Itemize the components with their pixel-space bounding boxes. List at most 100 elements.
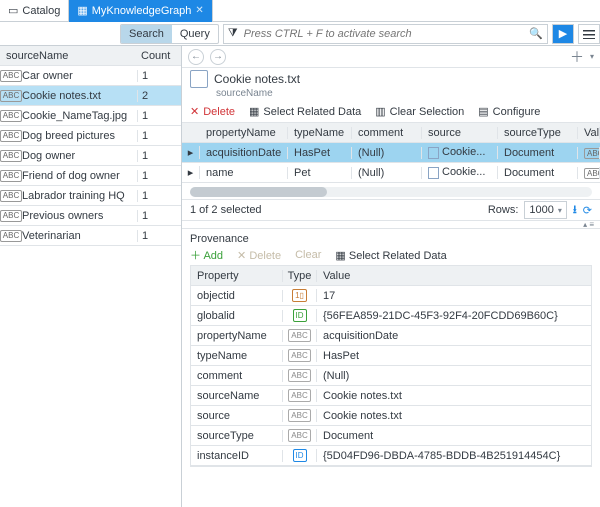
- text-type-icon: ABC: [584, 168, 600, 179]
- prov-type: ABC: [283, 349, 317, 362]
- provenance-row[interactable]: sourceABCCookie notes.txt: [191, 406, 591, 426]
- tab-graph[interactable]: ▦ MyKnowledgeGraph ✕: [69, 0, 212, 22]
- prov-value: Cookie notes.txt: [317, 410, 591, 422]
- record-toolbar: ✕Delete ▦Select Related Data ▥Clear Sele…: [182, 103, 600, 122]
- source-list-row[interactable]: ABCDog breed pictures1: [0, 126, 181, 146]
- cell-propertyname: acquisitionDate: [200, 147, 288, 159]
- prov-type: ID: [283, 309, 317, 322]
- type-badge: ABC: [288, 389, 310, 402]
- source-count: 1: [137, 110, 181, 122]
- col-typename[interactable]: typeName: [288, 127, 352, 139]
- configure-button[interactable]: ▤Configure: [478, 105, 540, 118]
- col-value[interactable]: Value: [317, 270, 591, 282]
- text-type-icon: ABC: [0, 150, 22, 162]
- col-propertyname[interactable]: propertyName: [200, 127, 288, 139]
- row-handle[interactable]: ▸: [182, 166, 200, 179]
- provenance-row[interactable]: propertyNameABCacquisitionDate: [191, 326, 591, 346]
- prov-value: (Null): [317, 370, 591, 382]
- rows-input[interactable]: 1000▾: [524, 201, 567, 219]
- col-value[interactable]: Value: [578, 127, 600, 139]
- source-count: 1: [137, 150, 181, 162]
- row-handle[interactable]: ▸: [182, 146, 200, 159]
- tab-catalog[interactable]: ▭ Catalog: [0, 0, 69, 22]
- source-list-row[interactable]: ABCCookie_NameTag.jpg1: [0, 106, 181, 126]
- search-tab[interactable]: Search: [121, 25, 172, 43]
- delete-button[interactable]: ✕Delete: [190, 105, 235, 118]
- prov-type: 1▯: [283, 289, 317, 302]
- refresh-icon[interactable]: ⟳: [583, 204, 592, 217]
- provenance-row[interactable]: objectid1▯17: [191, 286, 591, 306]
- source-count: 1: [137, 70, 181, 82]
- cell-source: Cookie...: [422, 146, 498, 158]
- type-badge: ABC: [288, 429, 310, 442]
- horizontal-scrollbar[interactable]: [190, 187, 592, 197]
- panel-gripper[interactable]: ▴ ≡: [182, 221, 600, 229]
- source-name: Previous owners: [22, 210, 137, 222]
- filter-icon[interactable]: ⧩: [228, 27, 238, 40]
- prov-value: {56FEA859-21DC-45F3-92F4-20FCDD69B60C}: [317, 310, 591, 322]
- col-sourcetype[interactable]: sourceType: [498, 127, 578, 139]
- type-badge: ABC: [288, 409, 310, 422]
- col-property[interactable]: Property: [191, 270, 283, 282]
- query-tab[interactable]: Query: [172, 25, 218, 43]
- col-source[interactable]: source: [422, 127, 498, 139]
- provenance-row[interactable]: sourceNameABCCookie notes.txt: [191, 386, 591, 406]
- provenance-row[interactable]: instanceIDID{5D04FD96-DBDA-4785-BDDB-4B2…: [191, 446, 591, 466]
- source-list-row[interactable]: ABCVeterinarian1: [0, 226, 181, 246]
- back-button[interactable]: ←: [188, 49, 204, 65]
- grid-row[interactable]: ▸acquisitionDateHasPet(Null)Cookie...Doc…: [182, 143, 600, 163]
- search-query-toggle[interactable]: Search Query: [120, 24, 219, 44]
- rows-caret: ▾: [558, 206, 562, 215]
- source-list-row[interactable]: ABCFriend of dog owner1: [0, 166, 181, 186]
- source-count: 1: [137, 230, 181, 242]
- type-badge: ABC: [288, 329, 310, 342]
- col-type[interactable]: Type: [283, 270, 317, 282]
- toolbar-row: Search Query ⧩ 🔍 ▶: [0, 22, 600, 46]
- run-button[interactable]: ▶: [552, 24, 574, 44]
- prov-add-button[interactable]: ＋ Add: [190, 247, 223, 263]
- grid-row[interactable]: ▸namePet(Null)Cookie...DocumentABC Cooki…: [182, 163, 600, 183]
- select-related-button[interactable]: ▦Select Related Data: [249, 105, 361, 118]
- provenance-row[interactable]: commentABC(Null): [191, 366, 591, 386]
- source-name: Cookie notes.txt: [22, 90, 137, 102]
- source-list-row[interactable]: ABCDog owner1: [0, 146, 181, 166]
- scrollbar-thumb[interactable]: [190, 187, 327, 197]
- source-list-row[interactable]: ABCLabrador training HQ1: [0, 186, 181, 206]
- add-button[interactable]: ＋: [570, 47, 584, 67]
- tab-label: MyKnowledgeGraph: [92, 5, 192, 17]
- prov-delete-button: ✕ Delete: [237, 249, 281, 262]
- col-comment[interactable]: comment: [352, 127, 422, 139]
- close-icon[interactable]: ✕: [195, 5, 203, 16]
- col-count[interactable]: Count: [137, 50, 181, 62]
- provenance-title: Provenance: [190, 233, 592, 245]
- search-field[interactable]: ⧩ 🔍: [223, 24, 548, 44]
- forward-button[interactable]: →: [210, 49, 226, 65]
- cell-typename: Pet: [288, 167, 352, 179]
- provenance-row[interactable]: typeNameABCHasPet: [191, 346, 591, 366]
- add-menu-caret[interactable]: ▾: [590, 52, 594, 61]
- title-block: Cookie notes.txt sourceName: [182, 68, 600, 103]
- select-related-label: Select Related Data: [263, 106, 361, 118]
- source-count: 1: [137, 210, 181, 222]
- provenance-row[interactable]: globalidID{56FEA859-21DC-45F3-92F4-20FCD…: [191, 306, 591, 326]
- prov-header: Property Type Value: [191, 266, 591, 286]
- source-list-row[interactable]: ABCCookie notes.txt2: [0, 86, 181, 106]
- prov-value: Document: [317, 430, 591, 442]
- source-list-row[interactable]: ABCPrevious owners1: [0, 206, 181, 226]
- source-count: 1: [137, 170, 181, 182]
- search-icon[interactable]: 🔍: [529, 27, 543, 40]
- clear-selection-button[interactable]: ▥Clear Selection: [375, 105, 464, 118]
- window-tabs: ▭ Catalog ▦ MyKnowledgeGraph ✕: [0, 0, 600, 22]
- prov-property: instanceID: [191, 450, 283, 462]
- provenance-row[interactable]: sourceTypeABCDocument: [191, 426, 591, 446]
- prov-property: sourceName: [191, 390, 283, 402]
- rows-label: Rows:: [488, 204, 519, 216]
- menu-button[interactable]: [578, 24, 600, 44]
- search-input[interactable]: [242, 27, 526, 41]
- prov-clear-label: Clear: [295, 249, 321, 261]
- prov-property: typeName: [191, 350, 283, 362]
- col-sourcename[interactable]: sourceName: [0, 50, 137, 62]
- download-icon[interactable]: ⭳: [573, 201, 577, 220]
- prov-select-related-button[interactable]: ▦ Select Related Data: [335, 249, 446, 262]
- source-list-row[interactable]: ABCCar owner1: [0, 66, 181, 86]
